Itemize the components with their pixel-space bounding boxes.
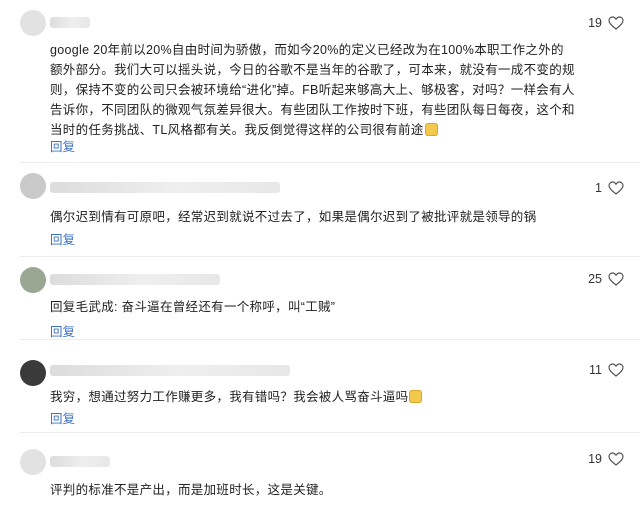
comment-text: 偶尔迟到情有可原吧，经常迟到就说不过去了，如果是偶尔迟到了被批评就是领导的锅 (50, 210, 537, 224)
heart-icon[interactable] (608, 363, 624, 377)
reply-button[interactable]: 回复 (50, 408, 75, 427)
heart-icon[interactable] (608, 181, 624, 195)
heart-icon[interactable] (608, 16, 624, 30)
comment-item: 1 偶尔迟到情有可原吧，经常迟到就说不过去了，如果是偶尔迟到了被批评就是领导的锅… (0, 163, 640, 255)
comment-item: 19 评判的标准不是产出，而是加班时长，这是关键。 (0, 433, 640, 509)
comment-item: 11 我穷，想通过努力工作赚更多，我有错吗？我会被人骂奋斗逼吗 回复 (0, 340, 640, 432)
comment-text: 评判的标准不是产出，而是加班时长，这是关键。 (50, 483, 332, 497)
avatar[interactable] (20, 173, 46, 199)
reply-button[interactable]: 回复 (50, 321, 75, 340)
username[interactable] (50, 274, 220, 285)
comment-text: google 20年前以20%自由时间为骄傲，而如今20%的定义已经改为在100… (50, 40, 575, 140)
avatar[interactable] (20, 360, 46, 386)
username[interactable] (50, 456, 110, 467)
like-count: 25 (588, 272, 602, 286)
comment-text: 我穷，想通过努力工作赚更多，我有错吗？我会被人骂奋斗逼吗 (50, 387, 570, 407)
like-count: 19 (588, 452, 602, 466)
heart-icon[interactable] (608, 452, 624, 466)
avatar[interactable] (20, 267, 46, 293)
comment-text: 回复毛武成: 奋斗逼在曾经还有一个称呼，叫“工贼” (50, 300, 336, 314)
comment-text-content: 我穷，想通过努力工作赚更多，我有错吗？我会被人骂奋斗逼吗 (50, 390, 409, 404)
reply-button[interactable]: 回复 (50, 136, 75, 155)
smile-emoji-icon (424, 123, 438, 136)
username[interactable] (50, 365, 290, 376)
heart-icon[interactable] (608, 272, 624, 286)
like-count: 1 (595, 181, 602, 195)
username[interactable] (50, 182, 280, 193)
reply-button[interactable]: 回复 (50, 229, 75, 248)
like-count: 11 (589, 363, 602, 377)
username[interactable] (50, 17, 90, 28)
like-count: 19 (588, 16, 602, 30)
comment-item: 25 回复毛武成: 奋斗逼在曾经还有一个称呼，叫“工贼” 回复 (0, 257, 640, 339)
comment-item: 19 google 20年前以20%自由时间为骄傲，而如今20%的定义已经改为在… (0, 0, 640, 160)
avatar[interactable] (20, 449, 46, 475)
avatar[interactable] (20, 10, 46, 36)
comment-text-content: google 20年前以20%自由时间为骄傲，而如今20%的定义已经改为在100… (50, 43, 575, 137)
laugh-emoji-icon (409, 390, 423, 403)
